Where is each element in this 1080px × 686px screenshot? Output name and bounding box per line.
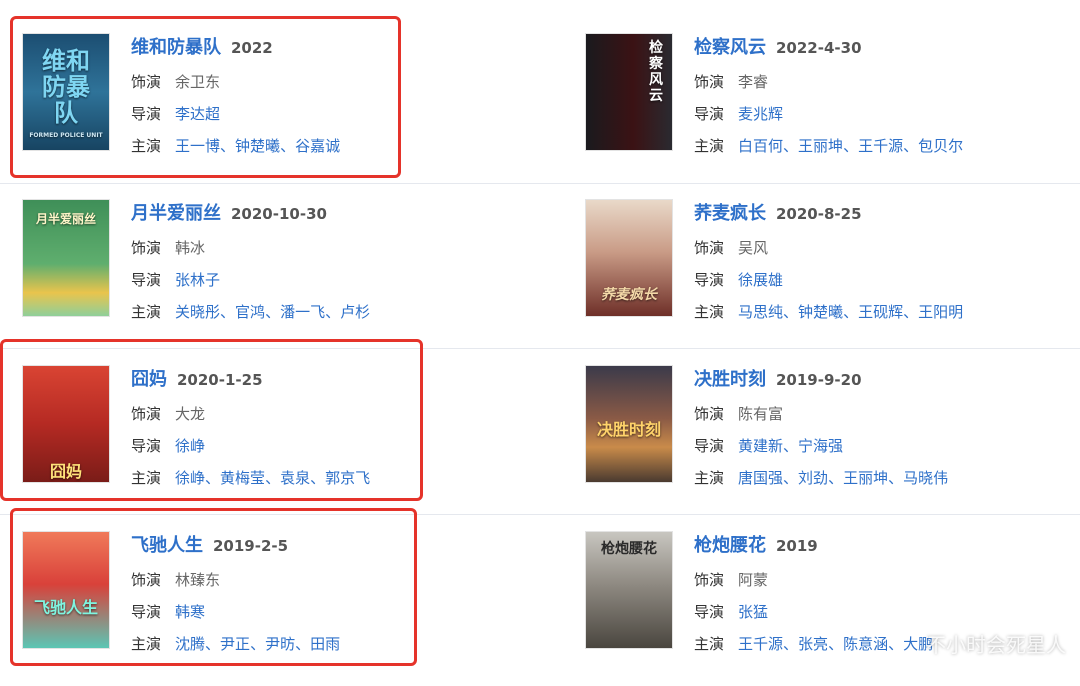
highlight-box xyxy=(10,508,417,666)
cast-link[interactable]: 包贝尔 xyxy=(918,135,963,156)
role-label: 饰演 xyxy=(694,238,725,257)
movie-poster[interactable]: 枪炮腰花 xyxy=(585,531,673,649)
highlight-box xyxy=(10,16,401,178)
poster-title-text: 枪炮腰花 xyxy=(601,541,657,557)
cast-link[interactable]: 白百何 xyxy=(738,135,783,156)
role-name: 阿蒙 xyxy=(738,570,769,589)
poster-title-text: 检察风云 xyxy=(649,40,663,104)
director-label: 导演 xyxy=(131,270,162,289)
movie-poster[interactable]: 月半爱丽丝 xyxy=(22,199,110,317)
cast-label: 主演 xyxy=(694,136,725,155)
role-name: 李睿 xyxy=(738,72,769,91)
cast-label: 主演 xyxy=(694,634,725,653)
cast-link[interactable]: 陈意涵 xyxy=(843,633,888,654)
cast-label: 主演 xyxy=(131,302,162,321)
movie-poster[interactable]: 检察风云 xyxy=(585,33,673,151)
cast-link[interactable]: 马思纯 xyxy=(738,301,783,322)
poster-title-text: 荞麦疯长 xyxy=(601,287,657,303)
role-name: 吴风 xyxy=(738,238,769,257)
cast-link[interactable]: 钟楚曦 xyxy=(798,301,843,322)
director-label: 导演 xyxy=(694,602,725,621)
movie-card: 枪炮腰花 枪炮腰花 2019 饰演 阿蒙 导演 张猛 主演 王千源、张亮、陈意涵、大鹏 xyxy=(585,531,1080,686)
cast-link[interactable]: 马晓伟 xyxy=(903,467,948,488)
director-link[interactable]: 张猛 xyxy=(738,601,768,622)
role-label: 饰演 xyxy=(131,238,162,257)
cast-label: 主演 xyxy=(694,302,725,321)
cast-link[interactable]: 官鸿 xyxy=(235,301,265,322)
cast-link[interactable]: 卢杉 xyxy=(340,301,370,322)
cast-link[interactable]: 王千源 xyxy=(738,633,783,654)
cast-link[interactable]: 王砚辉 xyxy=(858,301,903,322)
watermark-text: 不小时会死星人 xyxy=(926,633,1066,657)
movie-title-link[interactable]: 枪炮腰花 xyxy=(694,531,766,557)
director-link[interactable]: 张林子 xyxy=(175,269,220,290)
movie-title-link[interactable]: 月半爱丽丝 xyxy=(131,199,221,225)
cast-label: 主演 xyxy=(694,468,725,487)
cast-link[interactable]: 王丽坤 xyxy=(843,467,888,488)
role-name: 陈有富 xyxy=(738,404,784,423)
role-label: 饰演 xyxy=(694,404,725,423)
director-link[interactable]: 宁海强 xyxy=(798,435,843,456)
role-label: 饰演 xyxy=(694,570,725,589)
cast-link[interactable]: 张亮 xyxy=(798,633,828,654)
cast-link[interactable]: 王丽坤 xyxy=(798,135,843,156)
movie-card: 检察风云 检察风云 2022-4-30 饰演 李睿 导演 麦兆辉 主演 白百何、王丽坤… xyxy=(585,33,1080,188)
role-name: 韩冰 xyxy=(175,238,206,257)
release-date: 2022-4-30 xyxy=(776,39,862,57)
cast-link[interactable]: 王千源 xyxy=(858,135,903,156)
role-label: 饰演 xyxy=(694,72,725,91)
cast-link[interactable]: 潘一飞 xyxy=(280,301,325,322)
director-link[interactable]: 麦兆辉 xyxy=(738,103,783,124)
director-link[interactable]: 徐展雄 xyxy=(738,269,783,290)
movie-card: 决胜时刻 决胜时刻 2019-9-20 饰演 陈有富 导演 黄建新、宁海强 主演 唐国… xyxy=(585,365,1080,520)
release-date: 2019-9-20 xyxy=(776,371,862,389)
director-label: 导演 xyxy=(694,436,725,455)
movie-poster[interactable]: 决胜时刻 xyxy=(585,365,673,483)
release-date: 2020-8-25 xyxy=(776,205,862,223)
cast-link[interactable]: 王阳明 xyxy=(918,301,963,322)
director-link[interactable]: 黄建新 xyxy=(738,435,783,456)
movie-poster[interactable]: 荞麦疯长 xyxy=(585,199,673,317)
release-date: 2019 xyxy=(776,537,818,555)
cast-link[interactable]: 唐国强 xyxy=(738,467,783,488)
release-date: 2020-10-30 xyxy=(231,205,327,223)
cast-link[interactable]: 关晓彤 xyxy=(175,301,220,322)
highlight-box xyxy=(0,339,423,501)
movie-card: 荞麦疯长 荞麦疯长 2020-8-25 饰演 吴风 导演 徐展雄 主演 马思纯、钟楚曦… xyxy=(585,199,1080,354)
poster-title-text: 决胜时刻 xyxy=(596,420,661,439)
movie-title-link[interactable]: 决胜时刻 xyxy=(694,365,766,391)
director-label: 导演 xyxy=(694,270,725,289)
poster-title-text: 月半爱丽丝 xyxy=(35,212,96,226)
cast-link[interactable]: 刘劲 xyxy=(798,467,828,488)
director-label: 导演 xyxy=(694,104,725,123)
movie-card: 月半爱丽丝 月半爱丽丝 2020-10-30 饰演 韩冰 导演 张林子 主演 关晓彤、… xyxy=(22,199,542,354)
movie-title-link[interactable]: 检察风云 xyxy=(694,33,766,59)
movie-title-link[interactable]: 荞麦疯长 xyxy=(694,199,766,225)
